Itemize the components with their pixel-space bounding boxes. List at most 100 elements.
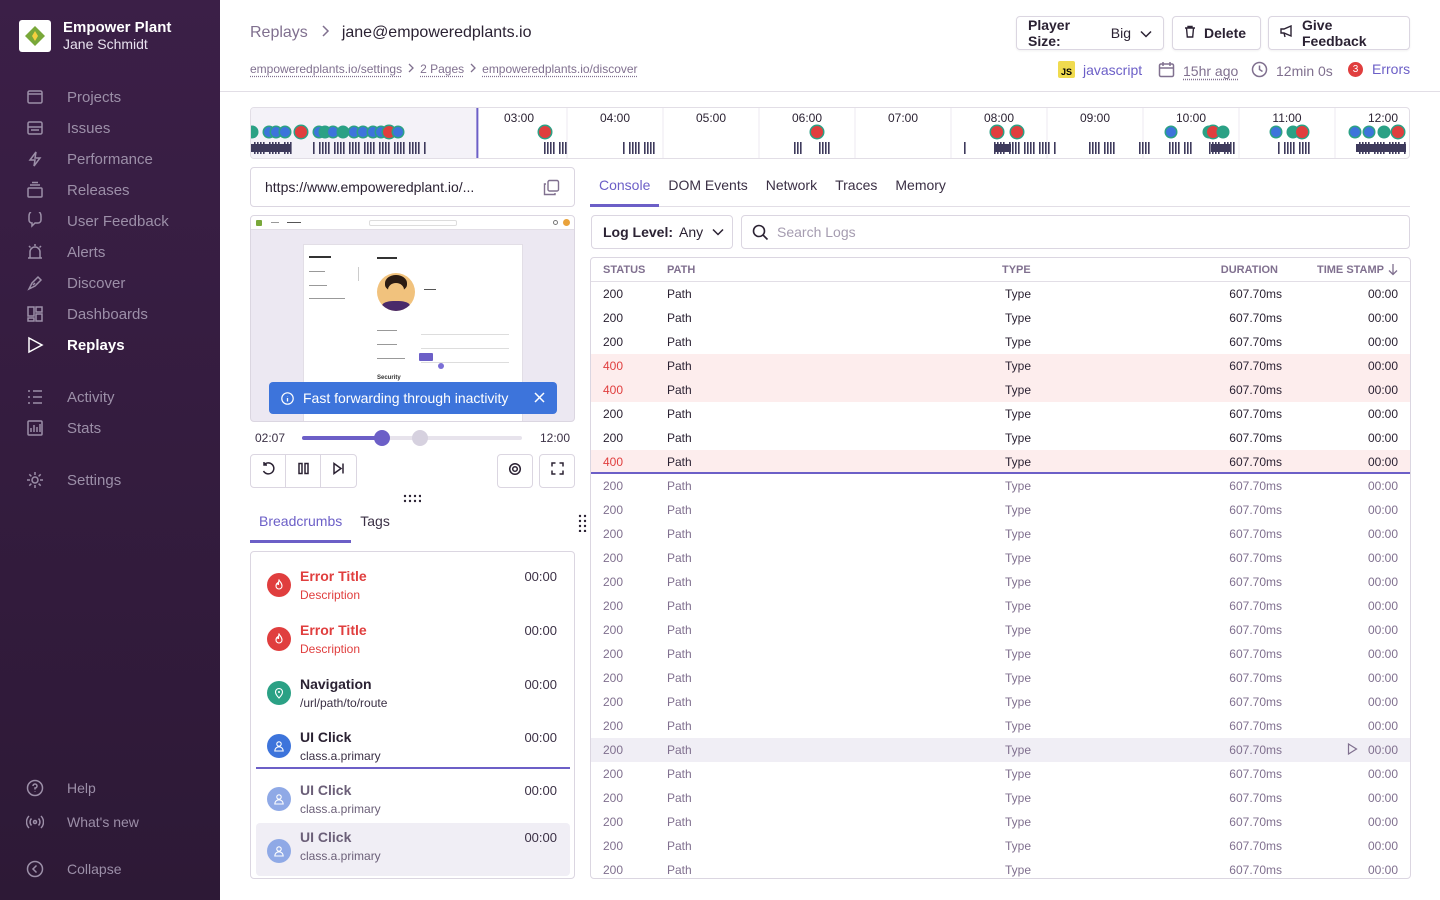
cell-path: Path xyxy=(667,647,692,661)
play-icon[interactable] xyxy=(1347,742,1358,758)
restart-button[interactable] xyxy=(251,455,286,487)
breadcrumb-item[interactable]: Navigation /url/path/to/route 00:00 xyxy=(256,665,570,718)
sidebar-item-projects[interactable]: Projects xyxy=(26,85,121,109)
breadcrumb-item[interactable]: UI Click class.a.primary 00:00 xyxy=(256,771,570,824)
table-row[interactable]: 200 Path Type 607.70ms 00:00 xyxy=(591,330,1410,354)
sidebar-item-user-feedback[interactable]: User Feedback xyxy=(26,209,169,233)
col-status[interactable]: STATUS xyxy=(603,264,645,276)
tab-breadcrumbs[interactable]: Breadcrumbs xyxy=(250,505,352,543)
breadcrumb-root[interactable]: Replays xyxy=(250,24,308,42)
close-icon[interactable] xyxy=(534,392,545,403)
cell-path: Path xyxy=(667,695,692,709)
player-size-dropdown[interactable]: Player Size: Big xyxy=(1016,16,1164,50)
col-path[interactable]: PATH xyxy=(667,264,695,276)
table-row[interactable]: 400 Path Type 607.70ms 00:00 xyxy=(591,354,1410,378)
table-row[interactable]: 200 Path Type 607.70ms 00:00 xyxy=(591,522,1410,546)
copy-icon[interactable] xyxy=(543,179,560,199)
org-switcher[interactable]: Empower Plant Jane Schmidt xyxy=(19,19,171,53)
trail-link[interactable]: empoweredplants.io/settings xyxy=(250,62,402,76)
table-row[interactable]: 200 Path Type 607.70ms 00:00 xyxy=(591,546,1410,570)
tab-traces[interactable]: Traces xyxy=(826,171,886,207)
table-row[interactable]: 200 Path Type 607.70ms 00:00 xyxy=(591,402,1410,426)
resize-handle-vertical[interactable] xyxy=(578,514,588,537)
give-feedback-button[interactable]: Give Feedback xyxy=(1268,16,1410,50)
table-row[interactable]: 200 Path Type 607.70ms 00:00 xyxy=(591,858,1410,878)
sidebar-item-dashboards[interactable]: Dashboards xyxy=(26,302,148,326)
sidebar-item-discover[interactable]: Discover xyxy=(26,271,125,295)
breadcrumb-item[interactable]: Error Title Description 00:00 xyxy=(256,611,570,664)
sidebar-item-releases[interactable]: Releases xyxy=(26,178,130,202)
tab-dom-events[interactable]: DOM Events xyxy=(659,171,756,207)
cell-timestamp: 00:00 xyxy=(1367,863,1398,877)
chevron-down-icon xyxy=(1140,25,1152,41)
col-timestamp[interactable]: TIME STAMP xyxy=(1317,264,1384,276)
trail-link[interactable]: empoweredplants.io/discover xyxy=(482,62,637,76)
fullscreen-segment[interactable] xyxy=(540,455,574,487)
trail-link[interactable]: 2 Pages xyxy=(420,62,464,76)
breadcrumb-item[interactable]: UI Click class.a.primary 00:00 xyxy=(256,823,570,876)
cell-type: Type xyxy=(1005,743,1032,757)
table-row[interactable]: 200 Path Type 607.70ms 00:00 xyxy=(591,786,1410,810)
errors-link[interactable]: 3 Errors xyxy=(1348,61,1410,77)
search-input[interactable]: Search Logs xyxy=(741,215,1410,249)
col-type[interactable]: TYPE xyxy=(1002,264,1031,276)
cell-type: Type xyxy=(1005,647,1032,661)
player-settings-button[interactable] xyxy=(497,454,533,488)
scrub-track[interactable] xyxy=(302,430,522,446)
tab-network[interactable]: Network xyxy=(757,171,826,207)
table-row[interactable]: 200 Path Type 607.70ms 00:00 xyxy=(591,498,1410,522)
breadcrumb-item[interactable]: Error Title Description 00:00 xyxy=(256,557,570,610)
cell-path: Path xyxy=(667,311,692,325)
table-row[interactable]: 200 Path Type 607.70ms 00:00 xyxy=(591,738,1410,762)
sidebar-item-activity[interactable]: Activity xyxy=(26,385,115,409)
table-row[interactable]: 200 Path Type 607.70ms 00:00 xyxy=(591,426,1410,450)
breadcrumb-item[interactable]: UI Click class.a.primary 00:00 xyxy=(256,718,570,771)
table-row[interactable]: 200 Path Type 607.70ms 00:00 xyxy=(591,834,1410,858)
cell-duration: 607.70ms xyxy=(1229,479,1282,493)
timeline-chart[interactable]: 01:0002:0003:0004:0005:0006:0007:0008:00… xyxy=(251,108,1410,159)
table-row[interactable]: 200 Path Type 607.70ms 00:00 xyxy=(591,762,1410,786)
table-row[interactable]: 200 Path Type 607.70ms 00:00 xyxy=(591,306,1410,330)
sidebar-item-performance[interactable]: Performance xyxy=(26,147,153,171)
table-row[interactable]: 200 Path Type 607.70ms 00:00 xyxy=(591,642,1410,666)
table-row[interactable]: 200 Path Type 607.70ms 00:00 xyxy=(591,666,1410,690)
sidebar-item-issues[interactable]: Issues xyxy=(26,116,110,140)
replay-video-preview[interactable]: Security Fast forwarding through inactiv… xyxy=(250,215,575,422)
pause-button[interactable] xyxy=(286,455,321,487)
sidebar-item-help[interactable]: Help xyxy=(26,776,96,800)
delete-button[interactable]: Delete xyxy=(1172,16,1261,50)
sidebar-collapse[interactable]: Collapse xyxy=(26,857,121,881)
table-row[interactable]: 200 Path Type 607.70ms 00:00 xyxy=(591,810,1410,834)
sidebar-item-label: Replays xyxy=(67,336,125,354)
replay-timeline[interactable]: 01:0002:0003:0004:0005:0006:0007:0008:00… xyxy=(250,107,1410,159)
table-row[interactable]: 400 Path Type 607.70ms 00:00 xyxy=(591,378,1410,402)
tab-memory[interactable]: Memory xyxy=(886,171,955,207)
sidebar-item-alerts[interactable]: Alerts xyxy=(26,240,105,264)
tab-console[interactable]: Console xyxy=(590,171,660,207)
table-row[interactable]: 200 Path Type 607.70ms 00:00 xyxy=(591,714,1410,738)
table-row[interactable]: 200 Path Type 607.70ms 00:00 xyxy=(591,474,1410,498)
timeline-event-dot xyxy=(1011,126,1023,138)
col-duration[interactable]: DURATION xyxy=(1221,264,1278,276)
scrub-handle[interactable] xyxy=(374,430,390,446)
settings-segment[interactable] xyxy=(498,455,532,487)
platform-label[interactable]: javascript xyxy=(1083,62,1142,78)
fullscreen-button[interactable] xyxy=(539,454,575,488)
sidebar-item-stats[interactable]: Stats xyxy=(26,416,101,440)
log-level-dropdown[interactable]: Log Level: Any xyxy=(591,215,733,249)
sidebar-item-label: Releases xyxy=(67,181,130,199)
timeline-event-dot xyxy=(1392,126,1404,138)
table-row[interactable]: 200 Path Type 607.70ms 00:00 xyxy=(591,618,1410,642)
sidebar-item-replays[interactable]: Replays xyxy=(26,333,125,357)
tab-tags[interactable]: Tags xyxy=(351,505,399,543)
table-row[interactable]: 200 Path Type 607.70ms 00:00 xyxy=(591,690,1410,714)
table-row[interactable]: 200 Path Type 607.70ms 00:00 xyxy=(591,570,1410,594)
table-row[interactable]: 200 Path Type 607.70ms 00:00 xyxy=(591,282,1410,306)
skip-forward-button[interactable] xyxy=(321,455,356,487)
sidebar-item-whats-new[interactable]: What's new xyxy=(26,810,139,834)
timeline-activity-mark xyxy=(550,142,552,154)
arrow-down-icon[interactable] xyxy=(1388,263,1398,276)
table-row[interactable]: 200 Path Type 607.70ms 00:00 xyxy=(591,594,1410,618)
table-row[interactable]: 400 Path Type 607.70ms 00:00 xyxy=(591,450,1410,474)
sidebar-item-settings[interactable]: Settings xyxy=(26,468,121,492)
